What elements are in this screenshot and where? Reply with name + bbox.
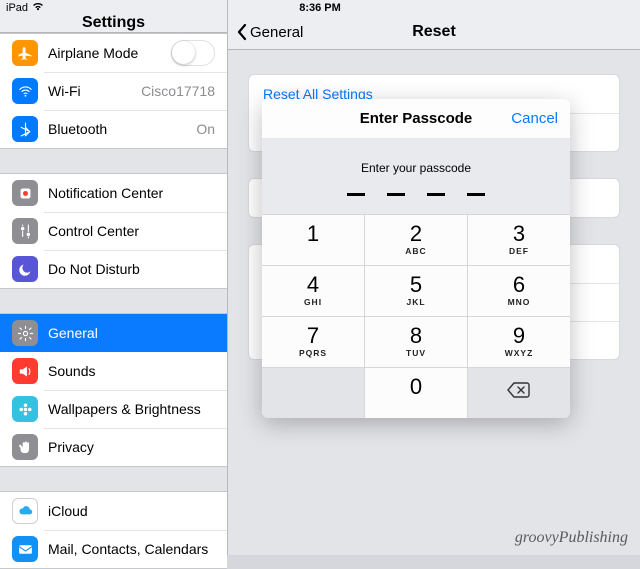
key-letters: JKL [406,297,425,307]
speaker-icon [12,358,38,384]
passcode-message: Enter your passcode [262,161,570,175]
passcode-slot [427,193,445,196]
sidebar-item-label: Bluetooth [48,121,196,137]
key-digit: 3 [513,223,525,245]
row-detail: On [196,121,215,137]
keypad-key-2[interactable]: 2ABC [365,215,467,265]
key-digit: 0 [410,376,422,398]
sidebar-item-notification-center[interactable]: Notification Center [0,174,227,212]
control-icon [12,218,38,244]
airplane-icon [12,40,38,66]
toggle-switch[interactable] [171,40,215,66]
sidebar-item-label: Do Not Disturb [48,261,215,277]
sidebar-item-label: Airplane Mode [48,45,171,61]
keypad-key-4[interactable]: 4GHI [262,266,364,316]
keypad-key-6[interactable]: 6MNO [468,266,570,316]
keypad: 1 2ABC3DEF4GHI5JKL6MNO7PQRS8TUV9WXYZ0 [262,214,570,418]
passcode-slot [347,193,365,196]
key-digit: 4 [307,274,319,296]
dialog-body: Enter your passcode [262,139,570,214]
keypad-blank [262,368,364,418]
back-label: General [250,24,303,41]
sidebar-item-do-not-disturb[interactable]: Do Not Disturb [0,250,227,288]
status-bar: iPad 8:36 PM [0,0,640,16]
sidebar-item-privacy[interactable]: Privacy [0,428,227,466]
sidebar-item-label: Privacy [48,439,215,455]
dialog-title: Enter Passcode [360,110,473,127]
key-letters: WXYZ [505,348,534,358]
sidebar-item-icloud[interactable]: iCloud [0,492,227,530]
sidebar-item-control-center[interactable]: Control Center [0,212,227,250]
key-digit: 9 [513,325,525,347]
sidebar-item-mail[interactable]: Mail, Contacts, Calendars [0,530,227,568]
key-letters: ABC [405,246,426,256]
passcode-dots [262,193,570,196]
keypad-key-7[interactable]: 7PQRS [262,317,364,367]
key-digit: 7 [307,325,319,347]
sidebar-item-airplane-mode[interactable]: Airplane Mode [0,34,227,72]
key-digit: 6 [513,274,525,296]
sidebar-item-sounds[interactable]: Sounds [0,352,227,390]
sidebar-item-general[interactable]: General [0,314,227,352]
row-detail: Cisco17718 [141,83,215,99]
sidebar-item-label: Control Center [48,223,215,239]
key-digit: 1 [307,223,319,245]
keypad-key-1[interactable]: 1 [262,215,364,265]
hand-icon [12,434,38,460]
key-letters: DEF [509,246,529,256]
keypad-delete[interactable] [468,368,570,418]
keypad-key-9[interactable]: 9WXYZ [468,317,570,367]
clock: 8:36 PM [0,2,640,14]
sidebar-item-wifi[interactable]: Wi-FiCisco17718 [0,72,227,110]
sidebar-item-wallpapers[interactable]: Wallpapers & Brightness [0,390,227,428]
passcode-dialog: Enter Passcode Cancel Enter your passcod… [262,99,570,418]
backspace-icon [506,381,532,404]
bluetooth-icon [12,116,38,142]
sidebar-title: Settings [82,14,145,32]
passcode-slot [467,193,485,196]
mail-icon [12,536,38,562]
sidebar: Settings Airplane ModeWi-FiCisco17718Blu… [0,0,228,555]
dialog-header: Enter Passcode Cancel [262,99,570,139]
sidebar-item-label: Sounds [48,363,215,379]
detail-title: Reset [412,23,456,41]
notify-icon [12,180,38,206]
key-letters: PQRS [299,348,327,358]
moon-icon [12,256,38,282]
gear-icon [12,320,38,346]
keypad-key-8[interactable]: 8TUV [365,317,467,367]
back-button[interactable]: General [236,23,303,41]
sidebar-item-label: Notification Center [48,185,215,201]
key-letters [311,246,314,256]
cloud-icon [12,498,38,524]
keypad-key-5[interactable]: 5JKL [365,266,467,316]
flower-icon [12,396,38,422]
sidebar-item-label: Wi-Fi [48,83,141,99]
key-digit: 5 [410,274,422,296]
keypad-key-0[interactable]: 0 [365,368,467,418]
passcode-slot [387,193,405,196]
keypad-key-3[interactable]: 3DEF [468,215,570,265]
sidebar-item-bluetooth[interactable]: BluetoothOn [0,110,227,148]
key-letters: MNO [508,297,531,307]
cancel-button[interactable]: Cancel [511,110,558,127]
watermark: groovyPublishing [515,529,628,547]
key-letters: GHI [304,297,322,307]
key-digit: 2 [410,223,422,245]
sidebar-item-label: iCloud [48,503,215,519]
key-digit: 8 [410,325,422,347]
sidebar-item-label: General [48,325,215,341]
sidebar-item-label: Wallpapers & Brightness [48,401,215,417]
key-letters: TUV [406,348,426,358]
wifi-icon [12,78,38,104]
